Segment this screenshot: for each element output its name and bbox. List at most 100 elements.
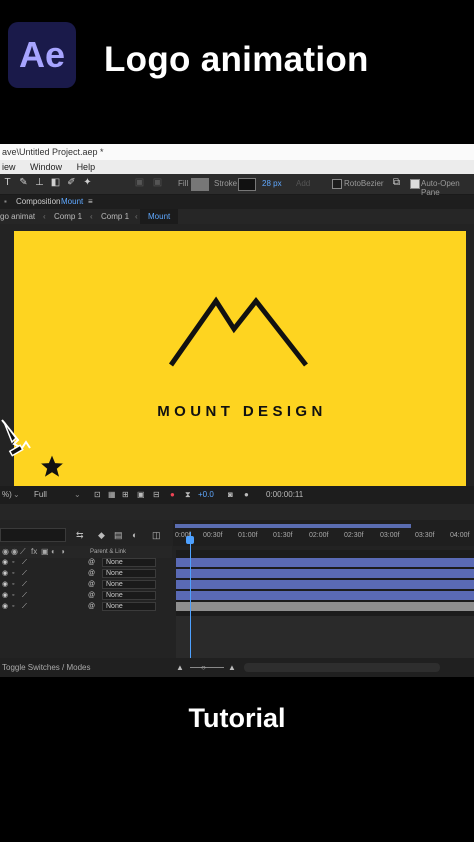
eye-icon[interactable]: ◉ — [2, 580, 8, 590]
adjustment-layer-icon[interactable]: ◑ — [60, 546, 65, 558]
parent-dropdown[interactable]: None — [102, 591, 156, 600]
draft-3d-icon[interactable]: ◆ — [98, 530, 105, 541]
resolution-dropdown[interactable]: Full — [34, 486, 47, 504]
exposure-value[interactable]: +0.0 — [198, 486, 214, 504]
parent-dropdown[interactable]: None — [102, 602, 156, 611]
puppet-pin-icon[interactable]: ✦ — [82, 177, 93, 188]
menu-view[interactable]: iew — [2, 162, 16, 172]
fast-preview-icon[interactable]: ▣ — [137, 486, 145, 504]
transparency-grid-icon[interactable]: ▦ — [108, 486, 116, 504]
pickwhip-icon[interactable]: @ — [88, 602, 95, 612]
fx-icon[interactable]: fx — [31, 546, 37, 558]
frame-blend-icon[interactable]: ▣ — [41, 546, 49, 558]
eraser-tool-icon[interactable]: ◧ — [50, 177, 61, 188]
layer-bar[interactable] — [176, 558, 474, 568]
graph-editor-icon[interactable]: ◫ — [152, 530, 161, 541]
zoom-in-icon[interactable]: ▲ — [228, 658, 236, 677]
auto-open-checkbox[interactable] — [410, 179, 420, 189]
shy-icon[interactable]: ⟋ — [22, 558, 27, 568]
fill-swatch[interactable] — [191, 178, 209, 191]
layer-row[interactable]: ◉ ◦ ⟋ @ None — [0, 591, 172, 601]
zoom-out-icon[interactable]: ▲ — [176, 658, 184, 677]
layer-bar[interactable] — [176, 580, 474, 590]
layer-row[interactable]: ◉ ◦ ⟋ @ None — [0, 580, 172, 590]
shy-icon[interactable]: ⟋ — [22, 602, 27, 612]
timeline-status-bar: Toggle Switches / Modes ▲ ○ ▲ — [0, 658, 474, 677]
composition-viewer[interactable]: MOUNT DESIGN — [0, 224, 474, 486]
mask-visibility-icon[interactable]: ⊞ — [122, 486, 129, 504]
toggle-switches-modes[interactable]: Toggle Switches / Modes — [2, 658, 91, 677]
eye-icon[interactable]: ◉ — [2, 569, 8, 579]
lock-icon[interactable]: ◦ — [12, 602, 14, 612]
channels-icon[interactable]: ● — [170, 486, 175, 504]
current-timecode[interactable]: 0:00:00:11 — [266, 486, 303, 504]
composition-canvas[interactable]: MOUNT DESIGN — [14, 231, 466, 486]
lock-icon[interactable]: ◦ — [12, 558, 14, 568]
panel-menu-icon[interactable]: ≡ — [88, 195, 93, 209]
tab-comp-1[interactable]: Comp 1 — [54, 209, 82, 224]
star-icon — [38, 453, 66, 479]
lock-icon[interactable]: ▪ — [4, 195, 7, 209]
zoom-dropdown[interactable]: %) — [2, 486, 12, 504]
roto-brush-icon[interactable]: ✐ — [66, 177, 77, 188]
eye-icon[interactable]: ◉ — [2, 546, 9, 558]
distribute-icon[interactable]: ▣ — [152, 177, 163, 188]
pickwhip-icon[interactable]: @ — [88, 558, 95, 568]
align-icon[interactable]: ▣ — [134, 177, 145, 188]
shy-icon[interactable]: ⟋ — [22, 591, 27, 601]
shy-icon[interactable]: ⟋ — [22, 569, 27, 579]
menu-window[interactable]: Window — [30, 162, 62, 172]
tab-mount[interactable]: Mount — [140, 209, 179, 224]
current-time-indicator[interactable] — [190, 532, 191, 662]
motion-blur-icon[interactable]: ◐ — [132, 530, 137, 540]
layer-bar[interactable] — [176, 602, 474, 612]
pickwhip-icon[interactable]: @ — [88, 569, 95, 579]
exposure-icon[interactable]: ⧗ — [185, 486, 191, 504]
lock-icon[interactable]: ◦ — [12, 580, 14, 590]
tools-toolbar: T ✎ ⊥ ◧ ✐ ✦ ▣ ▣ Fill Stroke 28 px Add Ro… — [0, 174, 474, 197]
stroke-width-value[interactable]: 28 px — [262, 179, 282, 188]
layer-bar[interactable] — [176, 591, 474, 601]
parent-dropdown[interactable]: None — [102, 580, 156, 589]
zoom-slider[interactable] — [190, 667, 224, 668]
eye-icon[interactable]: ◉ — [2, 602, 8, 612]
parent-dropdown[interactable]: None — [102, 569, 156, 578]
layer-row[interactable]: ◉ ◦ ⟋ @ None — [0, 569, 172, 579]
layer-bar[interactable] — [176, 569, 474, 579]
shy-layers-icon[interactable]: ▤ — [114, 530, 123, 541]
lock-icon[interactable]: ◦ — [12, 569, 14, 579]
clone-stamp-icon[interactable]: ⊥ — [34, 177, 45, 188]
stroke-swatch[interactable] — [238, 178, 256, 191]
pickwhip-icon[interactable]: @ — [88, 580, 95, 590]
eye-icon[interactable]: ◉ — [2, 558, 8, 568]
audio-icon[interactable]: ◉ — [11, 546, 18, 558]
shy-icon[interactable]: ⟋ — [22, 580, 27, 590]
timeline-scrollbar[interactable] — [244, 663, 440, 672]
layer-row[interactable]: ◉ ◦ ⟋ @ None — [0, 558, 172, 568]
ruler-tick: 03:30f — [415, 532, 435, 539]
layer-search-input[interactable] — [0, 528, 66, 542]
tab-comp-1b[interactable]: Comp 1 — [101, 209, 129, 224]
comp-mini-flowchart-icon[interactable]: ⇆ — [76, 530, 84, 541]
pickwhip-icon[interactable]: @ — [88, 591, 95, 601]
show-snapshot-icon[interactable]: ● — [244, 486, 249, 504]
motion-blur-switch-icon[interactable]: ◐ — [51, 546, 56, 558]
tab-logo-animation[interactable]: go animat — [0, 209, 35, 224]
snapping-icon[interactable]: ⧉ — [391, 177, 402, 188]
eye-icon[interactable]: ◉ — [2, 591, 8, 601]
snapshot-camera-icon[interactable]: ◙ — [228, 486, 233, 504]
layer-row[interactable]: ◉ ◦ ⟋ @ None — [0, 602, 172, 612]
work-area-bar[interactable] — [175, 524, 411, 528]
menu-help[interactable]: Help — [77, 162, 96, 172]
region-of-interest-icon[interactable]: ⊡ — [94, 486, 101, 504]
brush-tool-icon[interactable]: ✎ — [18, 177, 29, 188]
type-tool-icon[interactable]: T — [2, 177, 13, 188]
grid-guides-icon[interactable]: ⊟ — [153, 486, 160, 504]
playhead-handle[interactable] — [186, 536, 194, 544]
rotobezier-checkbox[interactable] — [332, 179, 342, 189]
parent-dropdown[interactable]: None — [102, 558, 156, 567]
shy-icon[interactable]: ⟋ — [20, 546, 26, 558]
lock-icon[interactable]: ◦ — [12, 591, 14, 601]
stroke-label: Stroke — [214, 179, 238, 188]
zoom-slider-handle[interactable]: ○ — [201, 658, 206, 677]
